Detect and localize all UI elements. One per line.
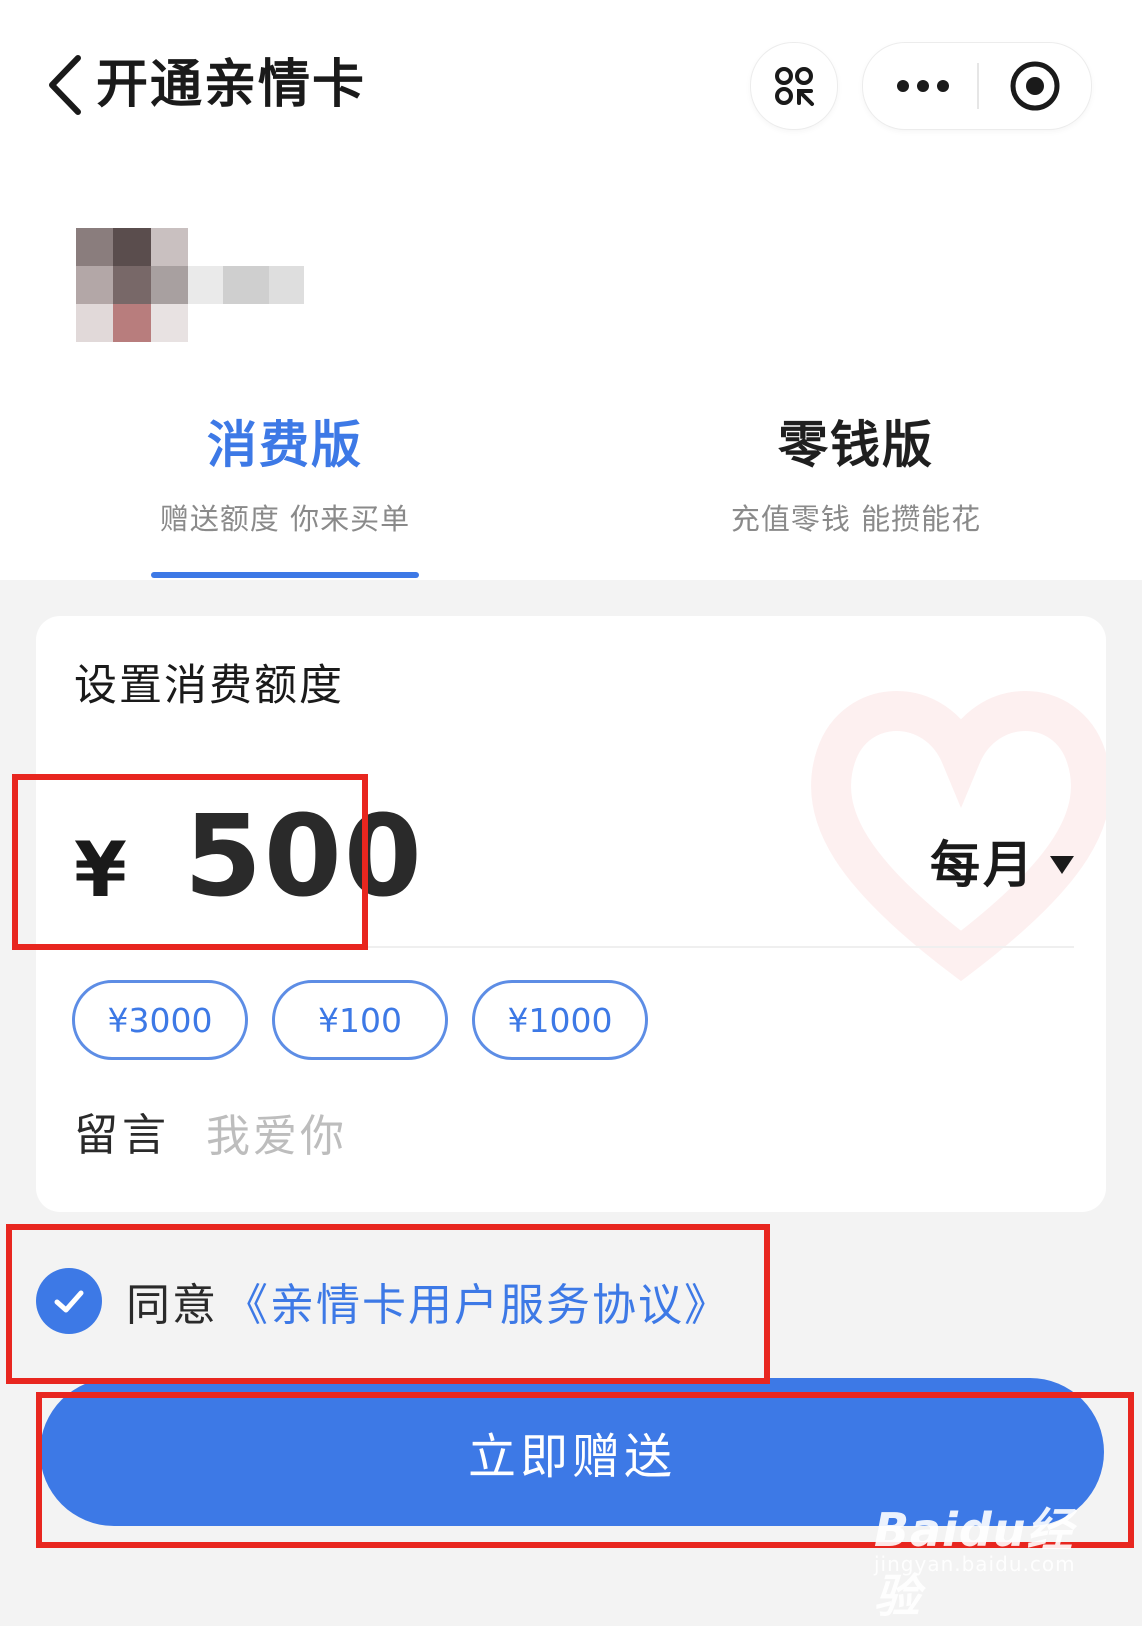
more-button[interactable]: [873, 43, 973, 129]
scan-share-icon: [775, 67, 814, 106]
tab-subtitle: 充值零钱 能攒能花: [730, 502, 982, 536]
tab-change-version[interactable]: 零钱版 充值零钱 能攒能花: [646, 410, 1066, 538]
page-title: 开通亲情卡: [96, 55, 367, 115]
chevron-left-icon: [49, 55, 81, 115]
highlight-box-amount: [12, 774, 368, 950]
mini-program-capsule: [862, 42, 1092, 130]
target-close-icon: [1010, 61, 1060, 111]
tab-label: 消费版: [207, 416, 363, 474]
tab-consume-version[interactable]: 消费版 赠送额度 你来买单: [75, 410, 495, 538]
recipient-name-blurred: [188, 266, 304, 304]
active-tab-indicator: [151, 572, 419, 578]
quick-amount-chip[interactable]: ¥1000: [472, 980, 648, 1060]
capsule-divider: [977, 63, 979, 109]
baidu-watermark: Baidu经验 jingyan.baidu.com: [870, 1470, 1110, 1623]
message-input[interactable]: [206, 1104, 806, 1168]
back-button[interactable]: [40, 52, 90, 118]
caret-down-icon: [1050, 856, 1074, 874]
quick-amount-chip[interactable]: ¥3000: [72, 980, 248, 1060]
period-selector[interactable]: 每月: [930, 830, 1074, 900]
tab-label: 零钱版: [778, 416, 934, 474]
close-button[interactable]: [985, 43, 1085, 129]
highlight-box-agreement: [6, 1224, 770, 1384]
quick-amount-chip[interactable]: ¥100: [272, 980, 448, 1060]
recipient-avatar: [76, 228, 188, 342]
tab-subtitle: 赠送额度 你来买单: [159, 502, 411, 536]
scan-share-button[interactable]: [750, 42, 838, 130]
period-label: 每月: [930, 836, 1036, 894]
card-title: 设置消费额度: [74, 661, 344, 711]
message-label: 留言: [74, 1110, 170, 1161]
more-dots-icon: [897, 80, 949, 92]
quick-amount-list: ¥3000 ¥100 ¥1000: [72, 980, 648, 1060]
watermark-url: jingyan.baidu.com: [874, 1552, 1076, 1576]
